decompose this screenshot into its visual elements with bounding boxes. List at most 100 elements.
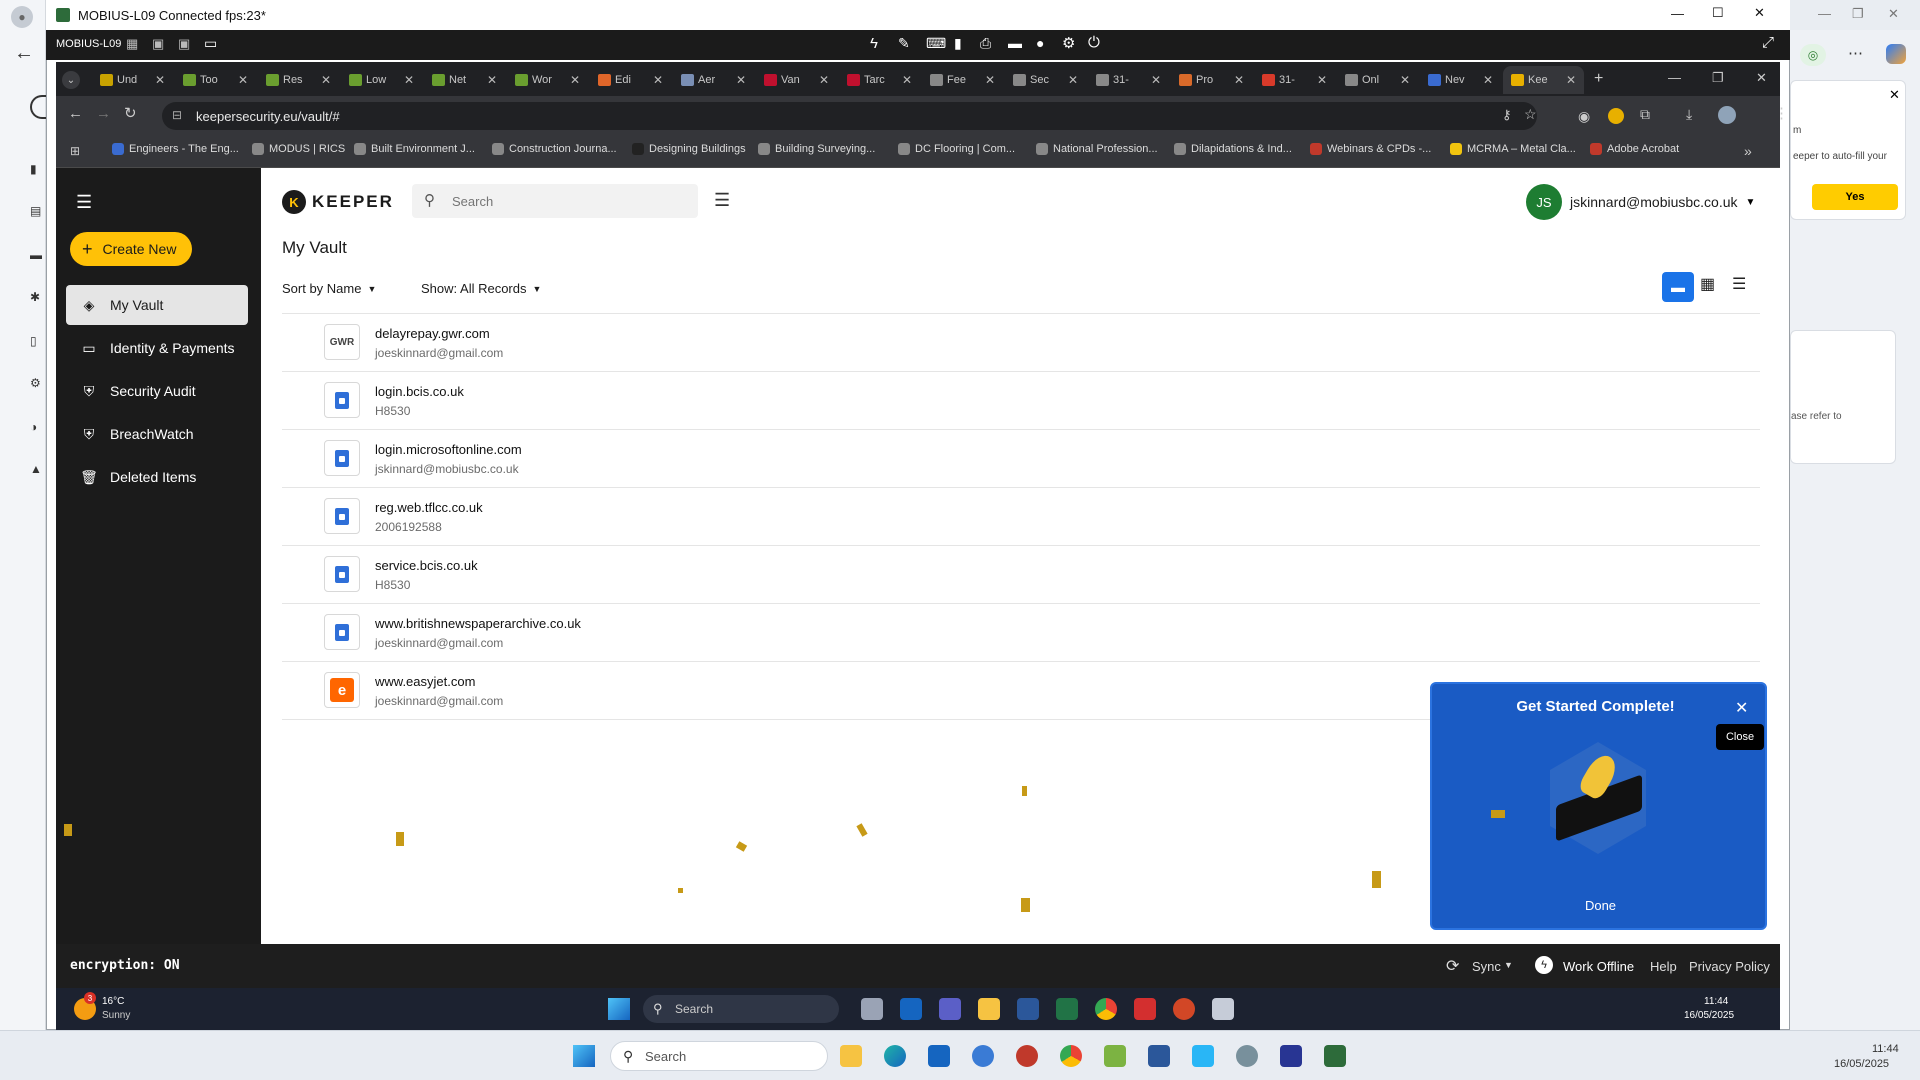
remote-app-icon[interactable] — [1212, 998, 1234, 1020]
tab-close-icon[interactable]: ✕ — [1400, 73, 1418, 87]
side-icon[interactable] — [30, 95, 46, 119]
file-icon[interactable]: ▯ — [30, 334, 37, 348]
powerpoint-icon[interactable] — [1173, 998, 1195, 1020]
host-chrome-icon[interactable] — [1060, 1045, 1082, 1067]
browser-tab[interactable]: Und ✕ — [92, 66, 173, 94]
browser-tab[interactable]: Aer ✕ — [673, 66, 754, 94]
list-view-icon[interactable]: ☰ — [1732, 274, 1746, 294]
tab-close-icon[interactable]: ✕ — [404, 73, 422, 87]
host-settings-icon[interactable] — [1236, 1045, 1258, 1067]
keyboard-icon[interactable]: ⌨ — [926, 35, 946, 52]
bookmark-item[interactable]: Construction Journa... — [492, 143, 617, 155]
word-icon[interactable] — [1017, 998, 1039, 1020]
tab-close-icon[interactable]: ✕ — [653, 73, 671, 87]
bookmark-item[interactable]: Webinars & CPDs -... — [1310, 143, 1431, 155]
tab-search-icon[interactable]: ⌄ — [62, 71, 80, 89]
browser-tab[interactable]: 31- ✕ — [1254, 66, 1335, 94]
bookmark-item[interactable]: Built Environment J... — [354, 143, 475, 155]
monitor-d-icon[interactable]: ▭ — [204, 35, 217, 52]
browser-tab[interactable]: Sec ✕ — [1005, 66, 1086, 94]
bookmark-item[interactable]: DC Flooring | Com... — [898, 143, 1015, 155]
browser-tab[interactable]: Onl ✕ — [1337, 66, 1418, 94]
copilot-icon[interactable] — [1886, 44, 1906, 64]
print-icon[interactable]: ⎙ — [980, 35, 991, 52]
tab-close-icon[interactable]: ✕ — [902, 73, 920, 87]
more-menu-icon[interactable]: ⋯ — [1848, 44, 1863, 62]
power-icon[interactable]: ⏻ — [1088, 34, 1100, 51]
chat-icon[interactable]: ● — [1036, 35, 1044, 51]
box-icon[interactable]: ▬ — [30, 248, 42, 262]
help-link[interactable]: Help — [1650, 959, 1677, 974]
more-bookmarks-icon[interactable]: » — [1744, 143, 1752, 159]
vault-record-row[interactable]: login.bcis.co.uk H8530 — [282, 372, 1760, 430]
browser-tab[interactable]: Fee ✕ — [922, 66, 1003, 94]
sidebar-item[interactable]: 🗑 Deleted Items — [66, 457, 248, 497]
hamburger-menu-icon[interactable]: ☰ — [76, 192, 92, 213]
tab-close-icon[interactable]: ✕ — [1566, 73, 1584, 87]
host-mobius-icon[interactable] — [1324, 1045, 1346, 1067]
privacy-link[interactable]: Privacy Policy — [1689, 959, 1770, 974]
teams-icon[interactable] — [939, 998, 961, 1020]
lightning-icon[interactable]: ϟ — [870, 35, 878, 52]
url-input[interactable]: ⊟ keepersecurity.eu/vault/# ⚷ ☆ — [162, 102, 1537, 130]
chrome-settings-icon[interactable]: ⋮ — [1774, 104, 1789, 122]
windows-start-icon[interactable] — [608, 998, 630, 1020]
download-icon[interactable]: ⤓ — [1686, 106, 1692, 123]
tab-close-icon[interactable]: ✕ — [1317, 73, 1335, 87]
tab-close-icon[interactable]: ✕ — [1068, 73, 1086, 87]
tab-close-icon[interactable]: ✕ — [487, 73, 505, 87]
chrome-icon[interactable] — [1095, 998, 1117, 1020]
extension-icon[interactable]: ◎ — [1800, 44, 1826, 66]
password-key-icon[interactable]: ⚷ — [1502, 107, 1512, 123]
work-offline-button[interactable]: Work Offline — [1563, 959, 1634, 974]
monitor-c-icon[interactable]: ▣ — [178, 36, 190, 52]
host-app-icon[interactable] — [972, 1045, 994, 1067]
remote-minimize-icon[interactable]: — — [1671, 6, 1684, 21]
inner-search-box[interactable]: ⚲ Search — [643, 995, 839, 1023]
show-dropdown[interactable]: Show: All Records ▼ — [421, 281, 541, 296]
user-menu[interactable]: JS jskinnard@mobiusbc.co.uk ▼ — [1526, 184, 1755, 220]
remote-close-icon[interactable]: ✕ — [1754, 5, 1765, 21]
window-minimize-icon[interactable]: — — [1668, 70, 1681, 85]
host-edge-icon[interactable] — [884, 1045, 906, 1067]
back-arrow-icon[interactable]: ← — [14, 42, 34, 65]
host-explorer-icon[interactable] — [840, 1045, 862, 1067]
host-minimize-icon[interactable]: — — [1818, 6, 1831, 21]
sync-button[interactable]: Sync — [1472, 959, 1501, 974]
host-start-icon[interactable] — [573, 1045, 595, 1067]
fullscreen-icon[interactable]: ⤢ — [1762, 34, 1774, 51]
tab-close-icon[interactable]: ✕ — [819, 73, 837, 87]
bookmark-item[interactable]: Adobe Acrobat — [1590, 143, 1679, 155]
browser-tab[interactable]: Pro ✕ — [1171, 66, 1252, 94]
host-search-box[interactable]: ⚲ Search — [610, 1041, 828, 1071]
vault-record-row[interactable]: service.bcis.co.uk H8530 — [282, 546, 1760, 604]
ext-b-icon[interactable] — [1608, 108, 1624, 124]
sidebar-item[interactable]: ⛨ BreachWatch — [66, 414, 248, 454]
bookmark-star-icon[interactable]: ☆ — [1524, 106, 1537, 123]
bookmark-item[interactable]: MODUS | RICS — [252, 143, 345, 155]
search-box[interactable]: ⚲ — [412, 184, 698, 218]
sidebar-item[interactable]: ▭ Identity & Payments — [66, 328, 248, 368]
browser-tab[interactable]: Tarc ✕ — [839, 66, 920, 94]
task-view-icon[interactable] — [861, 998, 883, 1020]
edit-icon[interactable]: ✎ — [898, 35, 910, 52]
monitor-a-icon[interactable]: ▦ — [126, 36, 138, 52]
bookmark-item[interactable]: Building Surveying... — [758, 143, 875, 155]
host-word-icon[interactable] — [1148, 1045, 1170, 1067]
excel-icon[interactable] — [1056, 998, 1078, 1020]
bookmark-item[interactable]: Designing Buildings — [632, 143, 746, 155]
apps-grid-icon[interactable]: ⊞ — [70, 144, 80, 158]
nav-forward-icon[interactable]: → — [96, 105, 111, 122]
popup-close-icon[interactable]: ✕ — [1889, 87, 1900, 103]
outlook-icon[interactable] — [900, 998, 922, 1020]
vault-record-row[interactable]: login.microsoftonline.com jskinnard@mobiu… — [282, 430, 1760, 488]
create-new-button[interactable]: + Create New — [70, 232, 192, 266]
browser-tab[interactable]: Nev ✕ — [1420, 66, 1501, 94]
tool-icon[interactable]: ▮ — [30, 162, 37, 176]
popup-yes-button[interactable]: Yes — [1812, 184, 1898, 210]
share-icon[interactable]: ✱ — [30, 290, 40, 304]
clipboard-icon[interactable]: ▮ — [954, 35, 962, 52]
profile-avatar-icon[interactable] — [1718, 106, 1736, 124]
bookmark-item[interactable]: Dilapidations & Ind... — [1174, 143, 1292, 155]
tab-close-icon[interactable]: ✕ — [570, 73, 588, 87]
